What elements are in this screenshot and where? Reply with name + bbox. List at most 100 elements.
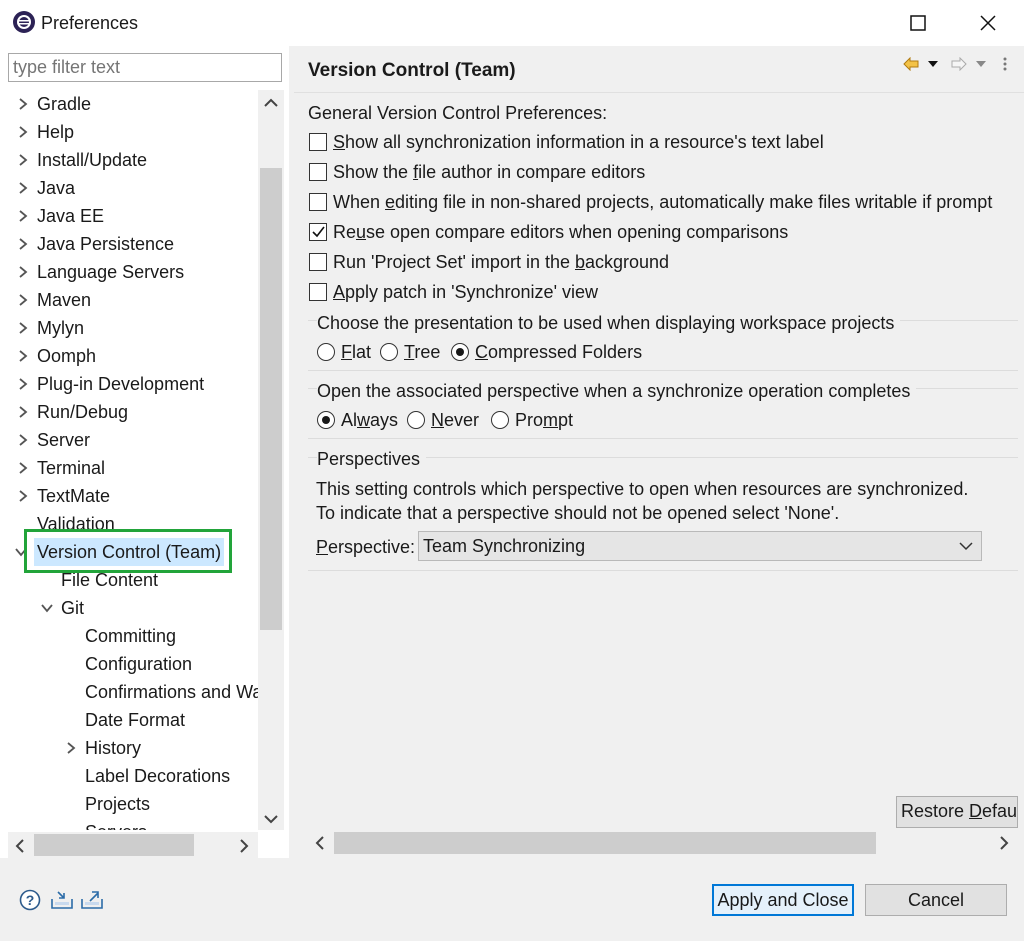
back-button[interactable]	[902, 54, 920, 74]
tree-item[interactable]: Maven	[8, 286, 91, 314]
radio-label[interactable]: Compressed Folders	[475, 342, 642, 363]
option-checkbox[interactable]	[309, 223, 327, 241]
radio-button[interactable]	[451, 343, 469, 361]
tree-horizontal-scroll-thumb[interactable]	[34, 834, 194, 856]
option-label[interactable]: Apply patch in 'Synchronize' view	[333, 282, 598, 303]
tree-item[interactable]: Server	[8, 426, 90, 454]
scroll-left-icon[interactable]	[13, 838, 27, 854]
tree-item[interactable]: Oomph	[8, 342, 96, 370]
tree-item[interactable]: Install/Update	[8, 146, 147, 174]
filter-input[interactable]	[8, 53, 282, 82]
chevron-right-icon[interactable]	[16, 489, 30, 503]
close-button[interactable]	[965, 0, 1011, 46]
tree-item[interactable]: Confirmations and Wa	[56, 678, 258, 706]
chevron-right-icon[interactable]	[16, 209, 30, 223]
option-text: Run 'Project Set' import in the	[333, 252, 575, 272]
tree-item[interactable]: Java Persistence	[8, 230, 174, 258]
chevron-right-icon[interactable]	[16, 97, 30, 111]
forward-menu-button[interactable]	[974, 54, 988, 74]
import-icon	[51, 891, 73, 909]
checkmark-icon	[312, 226, 325, 238]
chevron-right-icon[interactable]	[16, 433, 30, 447]
tree-vertical-scroll-thumb[interactable]	[260, 168, 282, 630]
radio-button[interactable]	[407, 411, 425, 429]
tree-item[interactable]: Plug-in Development	[8, 370, 204, 398]
option-checkbox[interactable]	[309, 163, 327, 181]
tree-item-label: Git	[61, 598, 85, 618]
tree-item[interactable]: Servers	[56, 818, 147, 830]
mnemonic: A	[333, 282, 346, 302]
chevron-right-icon[interactable]	[16, 181, 30, 195]
chevron-right-icon[interactable]	[16, 461, 30, 475]
tree-item[interactable]: Projects	[56, 790, 150, 818]
tree-item[interactable]: History	[56, 734, 141, 762]
mnemonic: w	[357, 410, 371, 430]
cancel-button[interactable]: Cancel	[865, 884, 1007, 916]
tree-item[interactable]: Help	[8, 118, 74, 146]
option-checkbox[interactable]	[309, 283, 327, 301]
mnemonic: b	[574, 252, 585, 272]
perspective-select[interactable]: Team Synchronizing	[418, 531, 982, 561]
tree-item[interactable]: Git	[32, 594, 84, 622]
chevron-right-icon[interactable]	[64, 741, 78, 755]
option-label[interactable]: Reuse open compare editors when opening …	[333, 222, 788, 243]
tree-item[interactable]: Run/Debug	[8, 398, 128, 426]
radio-label[interactable]: Tree	[404, 342, 440, 363]
tree-item[interactable]: Language Servers	[8, 258, 184, 286]
chevron-right-icon[interactable]	[16, 321, 30, 335]
scroll-left-icon[interactable]	[313, 835, 327, 851]
radio-button[interactable]	[317, 411, 335, 429]
chevron-right-icon[interactable]	[16, 293, 30, 307]
option-label[interactable]: Show all synchronization information in …	[333, 132, 824, 153]
restore-pre: Restore	[901, 801, 970, 821]
restore-defaults-button[interactable]: Restore Defau	[896, 796, 1018, 828]
chevron-right-icon[interactable]	[16, 237, 30, 251]
chevron-right-icon[interactable]	[16, 265, 30, 279]
chevron-right-icon[interactable]	[16, 349, 30, 363]
forward-button[interactable]	[950, 54, 968, 74]
option-label[interactable]: When editing file in non-shared projects…	[333, 192, 992, 213]
radio-button[interactable]	[380, 343, 398, 361]
import-button[interactable]	[50, 889, 74, 911]
chevron-right-icon[interactable]	[16, 405, 30, 419]
option-label[interactable]: Show the file author in compare editors	[333, 162, 645, 183]
tree-item[interactable]: Java	[8, 174, 75, 202]
export-icon	[81, 891, 103, 909]
option-checkbox[interactable]	[309, 253, 327, 271]
scroll-down-icon[interactable]	[263, 812, 279, 826]
tree-item[interactable]: Terminal	[8, 454, 105, 482]
chevron-right-icon[interactable]	[16, 377, 30, 391]
apply-and-close-button[interactable]: Apply and Close	[712, 884, 854, 916]
tree-item[interactable]: Java EE	[8, 202, 104, 230]
scroll-right-icon[interactable]	[997, 835, 1011, 851]
radio-label[interactable]: Flat	[341, 342, 371, 363]
chevron-right-icon[interactable]	[16, 153, 30, 167]
tree-item[interactable]: Date Format	[56, 706, 185, 734]
option-checkbox[interactable]	[309, 193, 327, 211]
scroll-right-icon[interactable]	[237, 838, 251, 854]
help-button[interactable]: ?	[19, 889, 41, 911]
radio-label[interactable]: Never	[431, 410, 479, 431]
tree-item[interactable]: TextMate	[8, 482, 110, 510]
radio-label[interactable]: Always	[341, 410, 398, 431]
tree-item[interactable]: Label Decorations	[56, 762, 230, 790]
tree-item[interactable]: Mylyn	[8, 314, 84, 342]
radio-button[interactable]	[491, 411, 509, 429]
chevron-down-icon[interactable]	[40, 601, 54, 615]
tree-item[interactable]: Gradle	[8, 90, 91, 118]
radio-label[interactable]: Prompt	[515, 410, 573, 431]
page-horizontal-scroll-thumb[interactable]	[334, 832, 876, 854]
mnemonic: N	[431, 410, 444, 430]
maximize-button[interactable]	[895, 0, 941, 46]
back-menu-button[interactable]	[926, 54, 940, 74]
export-button[interactable]	[80, 889, 104, 911]
tree-item[interactable]: Committing	[56, 622, 176, 650]
tree-item-label: File Content	[61, 570, 159, 590]
option-checkbox[interactable]	[309, 133, 327, 151]
scroll-up-icon[interactable]	[263, 96, 279, 110]
option-label[interactable]: Run 'Project Set' import in the backgrou…	[333, 252, 669, 273]
chevron-right-icon[interactable]	[16, 125, 30, 139]
tree-item[interactable]: Configuration	[56, 650, 192, 678]
view-menu-button[interactable]	[998, 54, 1012, 74]
radio-button[interactable]	[317, 343, 335, 361]
